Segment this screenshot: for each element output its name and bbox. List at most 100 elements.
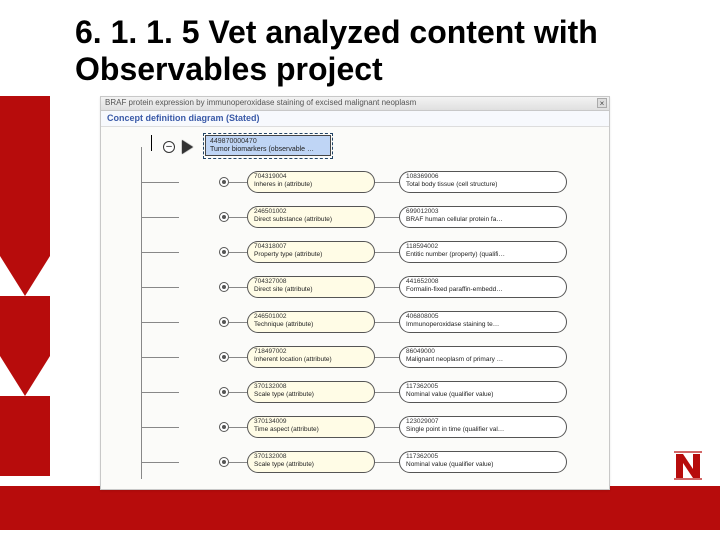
attribute-node[interactable]: 370134009Time aspect (attribute) [247,416,375,438]
connector-line [229,357,247,358]
attribute-node[interactable]: 246501002Direct substance (attribute) [247,206,375,228]
connector-line [141,357,179,358]
window-title-text: BRAF protein expression by immunoperoxid… [105,98,416,107]
value-node[interactable]: 118594002Entitic number (property) (qual… [399,241,567,263]
attribute-node[interactable]: 704327008Direct site (attribute) [247,276,375,298]
attribute-code: 704327008 [254,278,368,286]
role-group-dot-icon [219,457,229,467]
value-code: 441652008 [406,278,560,286]
value-node[interactable]: 699012003BRAF human cellular protein fa… [399,206,567,228]
value-node[interactable]: 117362005Nominal value (qualifier value) [399,451,567,473]
value-label: BRAF human cellular protein fa… [406,216,560,224]
slide-title: 6. 1. 1. 5 Vet analyzed content with Obs… [75,14,720,88]
attribute-label: Direct substance (attribute) [254,216,368,224]
connector-line [141,392,179,393]
value-label: Entitic number (property) (qualifi… [406,251,560,259]
attribute-code: 370132008 [254,453,368,461]
connector-line [229,322,247,323]
connector-line [375,252,399,253]
value-label: Formalin-fixed paraffin-embedd… [406,286,560,294]
connector-line [375,182,399,183]
attribute-label: Technique (attribute) [254,321,368,329]
attribute-label: Inheres in (attribute) [254,181,368,189]
root-concept-node[interactable]: 449870000470 Tumor biomarkers (observabl… [205,135,331,156]
connector-line [375,287,399,288]
attribute-node[interactable]: 704319004Inheres in (attribute) [247,171,375,193]
attribute-node[interactable]: 370132008Scale type (attribute) [247,381,375,403]
connector-line [141,217,179,218]
value-label: Single point in time (qualifier val… [406,426,560,434]
window-titlebar: BRAF protein expression by immunoperoxid… [101,97,609,111]
value-node[interactable]: 117362005Nominal value (qualifier value) [399,381,567,403]
brand-sidebar [0,96,50,476]
attribute-row: 370134009Time aspect (attribute) 12302900… [141,416,601,440]
value-label: Nominal value (qualifier value) [406,461,560,469]
attribute-code: 246501002 [254,313,368,321]
attribute-label: Scale type (attribute) [254,461,368,469]
value-node[interactable]: 108369006Total body tissue (cell structu… [399,171,567,193]
connector-line [141,252,179,253]
value-code: 117362005 [406,383,560,391]
value-code: 108369006 [406,173,560,181]
value-code: 123029007 [406,418,560,426]
role-group-dot-icon [219,352,229,362]
value-label: Malignant neoplasm of primary … [406,356,560,364]
attribute-node[interactable]: 718497002Inherent location (attribute) [247,346,375,368]
value-code: 86049000 [406,348,560,356]
attribute-row: 704319004Inheres in (attribute) 108369006… [141,171,601,195]
value-node[interactable]: 123029007Single point in time (qualifier… [399,416,567,438]
attribute-code: 246501002 [254,208,368,216]
value-label: Total body tissue (cell structure) [406,181,560,189]
chevron-decor-icon [0,256,50,296]
connector-line [375,322,399,323]
attribute-label: Direct site (attribute) [254,286,368,294]
role-group-dot-icon [219,212,229,222]
nebraska-n-logo-icon [674,448,702,480]
role-group-dot-icon [219,282,229,292]
connector-line [229,217,247,218]
attribute-label: Property type (attribute) [254,251,368,259]
value-node[interactable]: 441652008Formalin-fixed paraffin-embedd… [399,276,567,298]
connector-line [375,357,399,358]
connector-line [141,322,179,323]
connector-line [229,287,247,288]
value-label: Nominal value (qualifier value) [406,391,560,399]
value-code: 406808005 [406,313,560,321]
value-node[interactable]: 86049000Malignant neoplasm of primary … [399,346,567,368]
role-group-dot-icon [219,422,229,432]
role-group-dot-icon [219,317,229,327]
diagram-canvas: – 449870000470 Tumor biomarkers (observa… [101,127,609,489]
connector-line [229,182,247,183]
attribute-row: 246501002Direct substance (attribute) 699… [141,206,601,230]
attribute-code: 704319004 [254,173,368,181]
root-concept-code: 449870000470 [210,138,326,146]
collapse-toggle-icon[interactable]: – [163,141,175,153]
brand-footer-bar [0,486,720,530]
subsumption-triangle-icon [183,141,193,153]
connector-line [375,392,399,393]
attribute-label: Scale type (attribute) [254,391,368,399]
connector-line [375,427,399,428]
attribute-code: 370134009 [254,418,368,426]
panel-subtitle: Concept definition diagram (Stated) [101,111,609,127]
attribute-row: 704318007Property type (attribute) 118594… [141,241,601,265]
attribute-node[interactable]: 704318007Property type (attribute) [247,241,375,263]
value-code: 118594002 [406,243,560,251]
attribute-node[interactable]: 370132008Scale type (attribute) [247,451,375,473]
value-node[interactable]: 406808005Immunoperoxidase staining te… [399,311,567,333]
close-icon[interactable]: × [597,98,607,108]
attribute-node[interactable]: 246501002Technique (attribute) [247,311,375,333]
attribute-row: 370132008Scale type (attribute) 117362005… [141,451,601,475]
attribute-row: 718497002Inherent location (attribute) 86… [141,346,601,370]
connector-line [229,392,247,393]
attribute-code: 704318007 [254,243,368,251]
connector-line [375,217,399,218]
text-caret-icon [151,135,152,151]
root-concept-label: Tumor biomarkers (observable … [210,146,326,154]
attribute-row: 370132008Scale type (attribute) 117362005… [141,381,601,405]
value-code: 699012003 [406,208,560,216]
connector-line [141,287,179,288]
connector-line [141,427,179,428]
value-code: 117362005 [406,453,560,461]
attribute-code: 718497002 [254,348,368,356]
